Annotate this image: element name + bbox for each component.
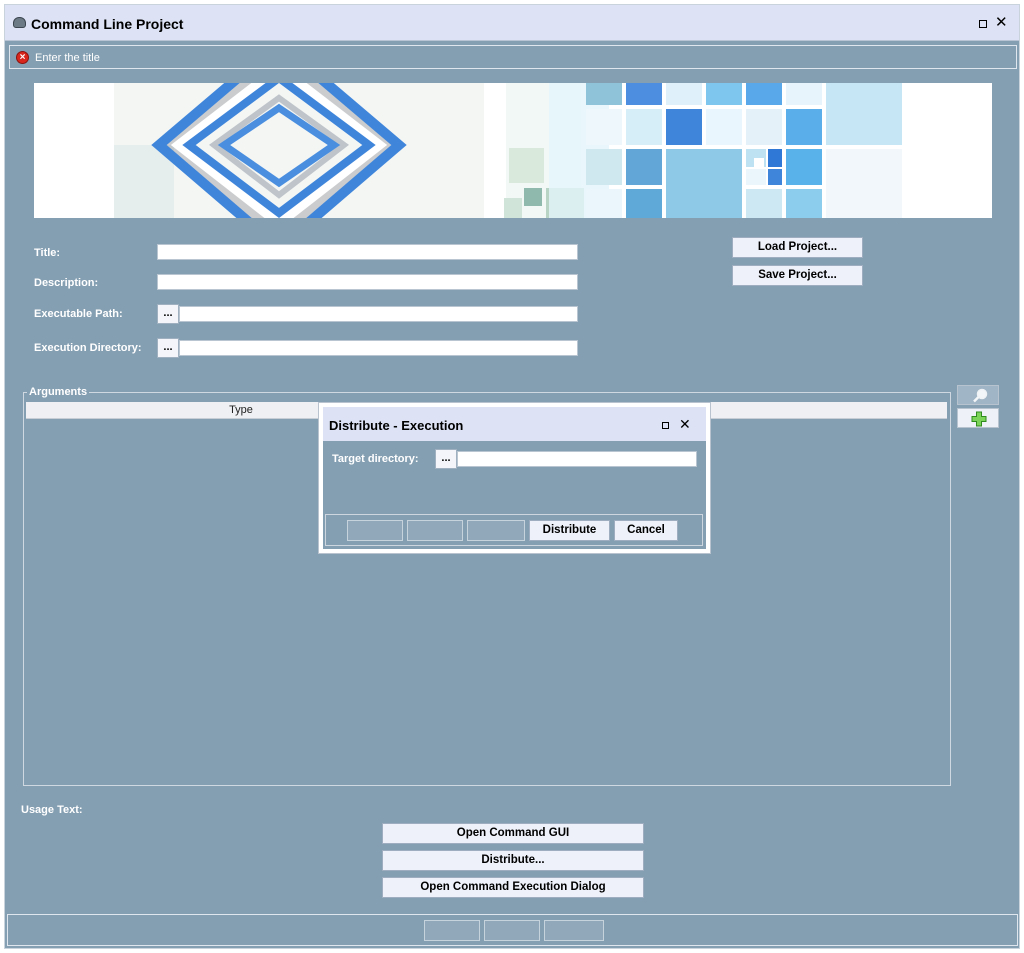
command-line-project-window: Command Line Project ✕ × Enter the title xyxy=(4,4,1020,949)
header-banner xyxy=(34,83,992,218)
browse-target-directory-button[interactable]: ... xyxy=(435,449,457,469)
open-command-execution-dialog-button[interactable]: Open Command Execution Dialog xyxy=(382,877,644,898)
dialog-cancel-button[interactable]: Cancel xyxy=(614,520,678,541)
target-directory-label: Target directory: xyxy=(332,453,419,465)
dialog-distribute-button[interactable]: Distribute xyxy=(529,520,610,541)
window-title: Command Line Project xyxy=(31,16,184,32)
plus-icon xyxy=(971,411,987,427)
usage-text-label: Usage Text: xyxy=(21,804,83,816)
error-icon: × xyxy=(16,51,29,64)
close-icon[interactable]: ✕ xyxy=(995,15,1008,30)
footer-button-1 xyxy=(424,920,480,941)
browse-directory-button[interactable]: ... xyxy=(157,338,179,358)
dialog-button-bar: Distribute Cancel xyxy=(325,514,703,546)
open-command-gui-button[interactable]: Open Command GUI xyxy=(382,823,644,844)
distribute-execution-dialog: Distribute - Execution ✕ Target director… xyxy=(318,402,711,554)
footer-button-bar xyxy=(7,914,1018,946)
footer-button-3 xyxy=(544,920,604,941)
title-input[interactable] xyxy=(157,244,578,260)
validation-message-bar: × Enter the title xyxy=(9,45,1017,69)
executable-path-label: Executable Path: xyxy=(34,308,123,320)
description-input[interactable] xyxy=(157,274,578,290)
save-project-button[interactable]: Save Project... xyxy=(732,265,863,286)
dialog-title: Distribute - Execution xyxy=(329,418,464,433)
app-icon xyxy=(13,17,26,28)
execution-directory-input[interactable] xyxy=(179,340,578,356)
dialog-titlebar[interactable]: Distribute - Execution ✕ xyxy=(323,407,706,441)
dialog-finish-button xyxy=(467,520,525,541)
dialog-back-button xyxy=(347,520,403,541)
dialog-maximize-icon[interactable] xyxy=(662,422,669,429)
browse-executable-button[interactable]: ... xyxy=(157,304,179,324)
load-project-button[interactable]: Load Project... xyxy=(732,237,863,258)
arguments-legend: Arguments xyxy=(27,386,90,398)
banner-graphic xyxy=(114,83,902,218)
footer-button-2 xyxy=(484,920,540,941)
executable-path-input[interactable] xyxy=(179,306,578,322)
distribute-button[interactable]: Distribute... xyxy=(382,850,644,871)
maximize-icon[interactable] xyxy=(979,20,987,28)
validation-message: Enter the title xyxy=(35,52,100,64)
edit-argument-button[interactable] xyxy=(957,385,999,405)
add-argument-button[interactable] xyxy=(957,408,999,428)
dialog-close-icon[interactable]: ✕ xyxy=(679,417,691,431)
window-titlebar[interactable]: Command Line Project ✕ xyxy=(5,5,1019,41)
dialog-next-button xyxy=(407,520,463,541)
magnifier-icon xyxy=(973,388,988,403)
title-label: Title: xyxy=(34,247,61,259)
description-label: Description: xyxy=(34,277,99,289)
target-directory-input[interactable] xyxy=(457,451,697,467)
execution-directory-label: Execution Directory: xyxy=(34,342,142,354)
